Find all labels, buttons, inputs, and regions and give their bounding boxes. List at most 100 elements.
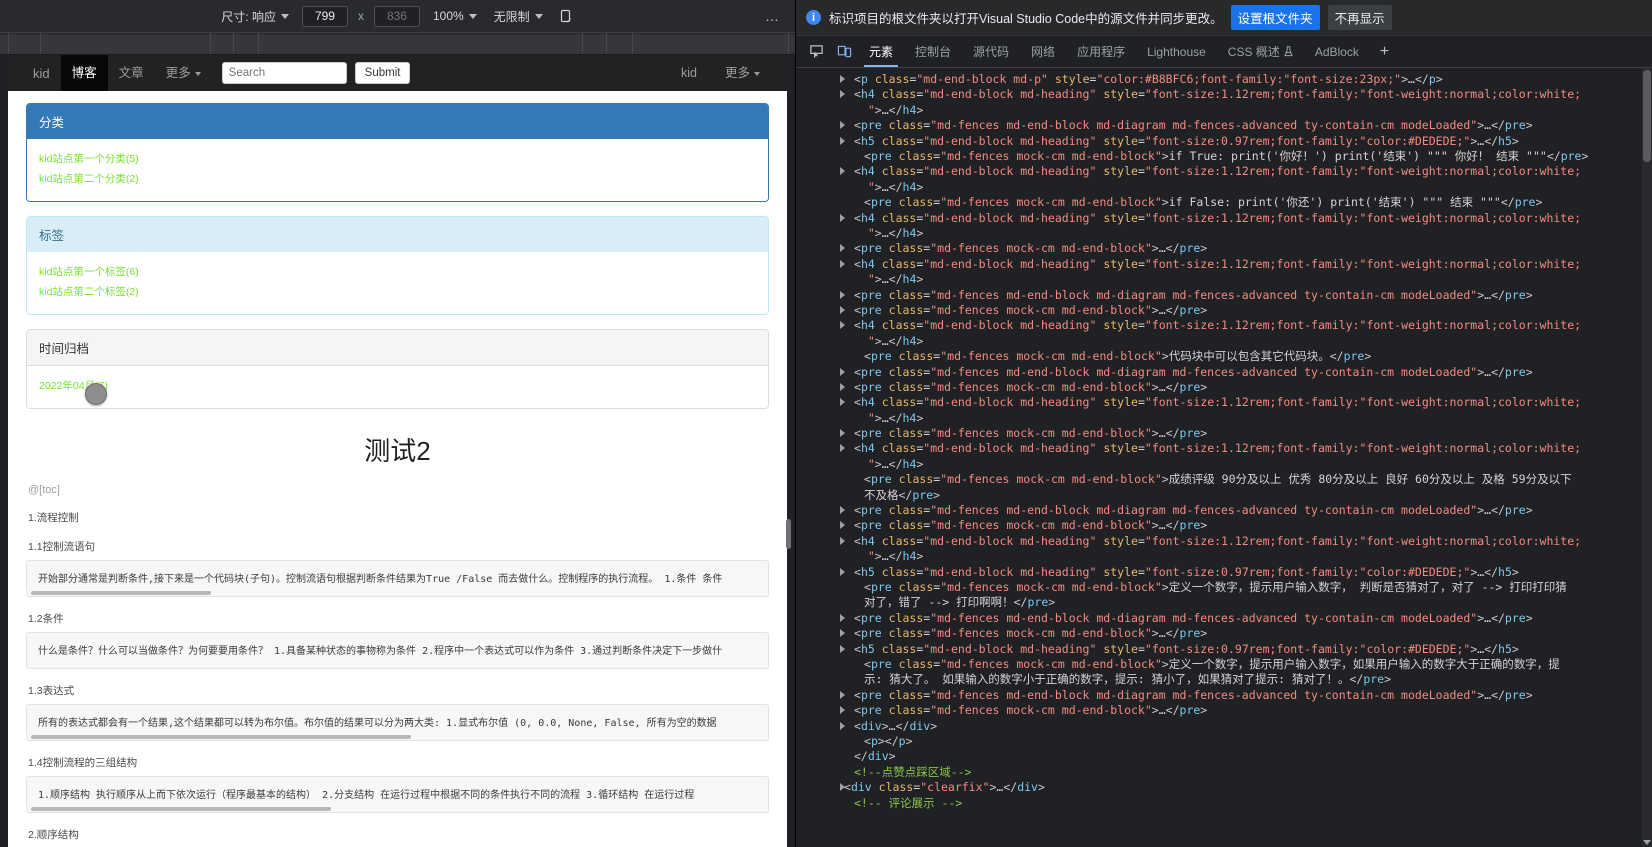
expand-triangle-icon[interactable] (840, 321, 845, 330)
dom-tree-line[interactable]: </div> (796, 749, 1652, 764)
expand-triangle-icon[interactable] (840, 613, 845, 622)
tab-lighthouse[interactable]: Lighthouse (1136, 36, 1217, 67)
dom-tree-line[interactable]: <h4 class="md-end-block md-heading" styl… (796, 441, 1652, 472)
tab-css-overview[interactable]: CSS 概述 (1217, 36, 1304, 67)
expand-triangle-icon[interactable] (840, 644, 845, 653)
tab-network[interactable]: 网络 (1020, 36, 1066, 67)
dom-tree-line[interactable]: <!--点赞点踩区域--> (796, 765, 1652, 780)
expand-triangle-icon[interactable] (840, 521, 845, 530)
tab-sources[interactable]: 源代码 (962, 36, 1020, 67)
dom-tree-line[interactable]: <h5 class="md-end-block md-heading" styl… (796, 565, 1652, 580)
dom-tree-line[interactable]: <h4 class="md-end-block md-heading" styl… (796, 534, 1652, 565)
nav-right-more[interactable]: 更多 (714, 55, 771, 91)
expand-triangle-icon[interactable] (840, 506, 845, 515)
expand-triangle-icon[interactable] (840, 567, 845, 576)
chevron-down-icon[interactable] (1643, 840, 1651, 845)
expand-triangle-icon[interactable] (840, 367, 845, 376)
rotate-device-icon[interactable] (556, 6, 578, 26)
zoom-select[interactable]: 100% (429, 7, 481, 25)
dom-tree-line[interactable]: <pre class="md-fences mock-cm md-end-blo… (796, 626, 1652, 641)
tab-console[interactable]: 控制台 (904, 36, 962, 67)
dom-tree-line[interactable]: <pre class="md-fences mock-cm md-end-blo… (796, 349, 1652, 364)
set-root-folder-button[interactable]: 设置根文件夹 (1230, 5, 1320, 30)
dom-tree-line[interactable]: <pre class="md-fences mock-cm md-end-blo… (796, 380, 1652, 395)
dom-tree-line[interactable]: <pre class="md-fences md-end-block md-di… (796, 118, 1652, 133)
tab-elements[interactable]: 元素 (858, 36, 904, 67)
dom-tree-line[interactable]: <p class="md-end-block md-p" style="colo… (796, 72, 1652, 87)
code-block[interactable]: 开始部分通常是判断条件,接下来是一个代码块(子句)。控制流语句根据判断条件结果为… (26, 560, 769, 597)
tab-application[interactable]: 应用程序 (1066, 36, 1136, 67)
expand-triangle-icon[interactable] (840, 444, 845, 453)
code-block[interactable]: 什么是条件？什么可以当做条件？为何要要用条件？ 1.具备某种状态的事物称为条件 … (26, 632, 769, 669)
dont-show-again-button[interactable]: 不再显示 (1327, 5, 1392, 30)
dom-tree-line[interactable]: <h4 class="md-end-block md-heading" styl… (796, 395, 1652, 426)
network-throttle-select[interactable]: 无限制 (490, 6, 547, 27)
dom-tree-line[interactable]: <pre class="md-fences md-end-block md-di… (796, 503, 1652, 518)
dom-scrollbar-thumb[interactable] (1643, 70, 1651, 162)
dom-tree-line[interactable]: <h5 class="md-end-block md-heading" styl… (796, 642, 1652, 657)
dom-tree[interactable]: <p class="md-end-block md-p" style="colo… (796, 68, 1652, 847)
dom-tree-line[interactable]: <pre class="md-fences md-end-block md-di… (796, 688, 1652, 703)
nav-item-articles[interactable]: 文章 (108, 55, 155, 91)
dom-tree-line[interactable]: <pre class="md-fences md-end-block md-di… (796, 288, 1652, 303)
expand-triangle-icon[interactable] (840, 305, 845, 314)
more-tabs-icon[interactable]: + (1370, 36, 1399, 67)
dom-scrollbar-track[interactable] (1642, 68, 1652, 847)
dom-tree-line[interactable]: <pre class="md-fences mock-cm md-end-blo… (796, 241, 1652, 256)
expand-triangle-icon[interactable] (840, 398, 845, 407)
expand-triangle-icon[interactable] (840, 167, 845, 176)
expand-triangle-icon[interactable] (840, 382, 845, 391)
device-size-select[interactable]: 尺寸: 响应 (217, 6, 293, 27)
site-brand[interactable]: kid (22, 66, 61, 81)
viewport-width-input[interactable] (301, 5, 348, 27)
expand-triangle-icon[interactable] (840, 721, 845, 730)
tag-link[interactable]: kid站点第一个标签(6) (39, 262, 756, 282)
expand-triangle-icon[interactable] (840, 536, 845, 545)
expand-triangle-icon[interactable] (840, 706, 845, 715)
expand-triangle-icon[interactable] (840, 783, 845, 792)
dom-tree-line[interactable]: <h4 class="md-end-block md-heading" styl… (796, 87, 1652, 118)
archive-link[interactable]: 2022年04月(7) (39, 376, 756, 396)
horizontal-scrollbar[interactable] (31, 735, 411, 739)
inspect-element-icon[interactable] (802, 36, 830, 67)
expand-triangle-icon[interactable] (840, 690, 845, 699)
dom-tree-line[interactable]: <h4 class="md-end-block md-heading" styl… (796, 164, 1652, 195)
expand-triangle-icon[interactable] (840, 75, 845, 83)
dom-tree-line[interactable]: <pre class="md-fences mock-cm md-end-blo… (796, 518, 1652, 533)
dom-tree-line[interactable]: <pre class="md-fences md-end-block md-di… (796, 365, 1652, 380)
dom-tree-line[interactable]: <pre class="md-fences md-end-block md-di… (796, 611, 1652, 626)
nav-item-blog[interactable]: 博客 (60, 55, 108, 91)
code-block[interactable]: 1.顺序结构 执行顺序从上而下依次运行（程序最基本的结构） 2.分支结构 在运行… (26, 776, 769, 813)
tag-link[interactable]: kid站点第二个标签(2) (39, 282, 756, 302)
search-input[interactable] (221, 62, 347, 84)
expand-triangle-icon[interactable] (840, 244, 845, 253)
viewport-resize-handle[interactable] (786, 519, 791, 549)
expand-triangle-icon[interactable] (840, 136, 845, 145)
category-link[interactable]: kid站点第一个分类(5) (39, 149, 756, 169)
dom-tree-line[interactable]: <pre class="md-fences mock-cm md-end-blo… (796, 303, 1652, 318)
dom-tree-line[interactable]: <pre class="md-fences mock-cm md-end-blo… (796, 149, 1652, 164)
dom-tree-line[interactable]: <div>…</div> (796, 719, 1652, 734)
viewport-height-input[interactable] (373, 5, 420, 27)
expand-triangle-icon[interactable] (840, 290, 845, 299)
emulated-viewport[interactable]: kid 博客 文章 更多 Submit kid 更多 分类 (8, 55, 787, 847)
dom-tree-line[interactable]: <pre class="md-fences mock-cm md-end-blo… (796, 580, 1652, 611)
dom-tree-line[interactable]: <h5 class="md-end-block md-heading" styl… (796, 134, 1652, 149)
submit-button[interactable]: Submit (354, 62, 411, 84)
code-block[interactable]: 所有的表达式都会有一个结果,这个结果都可以转为布尔值。布尔值的结果可以分为两大类… (26, 704, 769, 741)
horizontal-scrollbar[interactable] (31, 591, 211, 595)
dom-tree-line[interactable]: <pre class="md-fences mock-cm md-end-blo… (796, 426, 1652, 441)
expand-triangle-icon[interactable] (840, 213, 845, 222)
device-toolbar-icon[interactable] (830, 36, 858, 67)
dom-tree-line[interactable]: <!-- 评论展示 --> (796, 796, 1652, 811)
expand-triangle-icon[interactable] (840, 259, 845, 268)
expand-triangle-icon[interactable] (840, 629, 845, 638)
dom-tree-line[interactable]: <pre class="md-fences mock-cm md-end-blo… (796, 657, 1652, 688)
nav-item-more[interactable]: 更多 (155, 55, 212, 91)
expand-triangle-icon[interactable] (840, 121, 845, 130)
dom-tree-line[interactable]: <pre class="md-fences mock-cm md-end-blo… (796, 472, 1652, 503)
dom-tree-line[interactable]: <pre class="md-fences mock-cm md-end-blo… (796, 195, 1652, 210)
dom-tree-line[interactable]: <h4 class="md-end-block md-heading" styl… (796, 257, 1652, 288)
expand-triangle-icon[interactable] (840, 429, 845, 438)
expand-triangle-icon[interactable] (840, 90, 845, 99)
